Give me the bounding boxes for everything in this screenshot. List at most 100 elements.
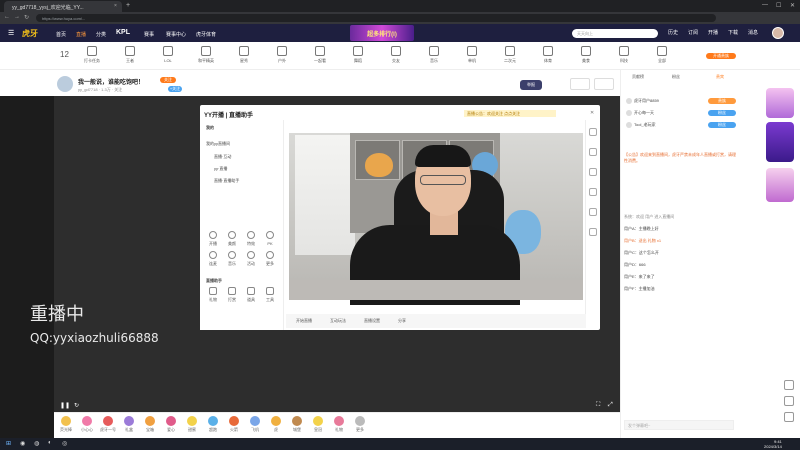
- taskbar-app-icon[interactable]: ◎: [62, 440, 67, 447]
- yy-grid-item[interactable]: 更多: [261, 251, 279, 267]
- search-input[interactable]: 天天向上: [572, 29, 658, 38]
- nav-kpl[interactable]: KPL: [116, 29, 130, 36]
- yy-side-icon[interactable]: [589, 188, 597, 196]
- yy-tool-item[interactable]: 工具: [261, 287, 279, 303]
- gift-item[interactable]: 虎: [268, 416, 284, 433]
- yy-settings-button[interactable]: 直播设置: [364, 318, 380, 324]
- gift-item[interactable]: 火箭: [226, 416, 242, 433]
- tab-contribution[interactable]: 贡献榜: [632, 74, 644, 80]
- new-tab-button[interactable]: +: [126, 2, 130, 9]
- chat-input[interactable]: 发个弹幕吧~: [624, 420, 734, 430]
- category-item[interactable]: 一起看: [308, 46, 332, 64]
- nav-home[interactable]: 首页: [56, 31, 66, 38]
- nav-match-center[interactable]: 赛事中心: [166, 31, 186, 38]
- promo-card[interactable]: [766, 122, 794, 162]
- fullscreen-icon[interactable]: ⛶: [596, 402, 600, 409]
- promo-banner[interactable]: 超多排行(I): [350, 25, 414, 41]
- category-item[interactable]: 美食: [574, 46, 598, 64]
- yy-share-button[interactable]: 分享: [398, 318, 406, 324]
- nav-match[interactable]: 赛事: [144, 31, 154, 38]
- yy-grid-item[interactable]: PK: [261, 231, 279, 246]
- promo-card[interactable]: [766, 168, 794, 202]
- gift-item[interactable]: 宝箱: [142, 416, 158, 433]
- pause-icon[interactable]: ❚❚: [60, 402, 70, 409]
- yy-list-item[interactable]: yy·直播: [214, 166, 227, 172]
- share-icon[interactable]: [570, 78, 590, 90]
- category-item[interactable]: 王者: [118, 46, 142, 64]
- taskbar-app-icon[interactable]: ◐: [48, 440, 52, 446]
- nav-live[interactable]: 直播: [76, 31, 86, 38]
- category-item[interactable]: 和平精英: [194, 46, 218, 64]
- gift-item[interactable]: 甜蜜: [184, 416, 200, 433]
- start-icon[interactable]: ⊞: [6, 440, 11, 447]
- gift-item[interactable]: 爱心: [163, 416, 179, 433]
- yy-list-item[interactable]: 我的yy直播间: [206, 141, 230, 147]
- category-item[interactable]: 音乐: [422, 46, 446, 64]
- checkin-count[interactable]: 12: [60, 50, 69, 59]
- taskbar-app-icon[interactable]: ◍: [34, 440, 39, 447]
- yy-grid-item[interactable]: 连麦: [204, 251, 222, 267]
- gift-item[interactable]: 虎牙一号: [100, 416, 116, 433]
- minimize-icon[interactable]: —: [762, 2, 768, 8]
- category-item[interactable]: LOL: [156, 46, 180, 63]
- site-logo[interactable]: 虎牙: [22, 28, 38, 39]
- user-avatar[interactable]: [772, 27, 784, 39]
- yy-grid-item[interactable]: 开播: [204, 231, 222, 247]
- category-item[interactable]: 户外: [270, 46, 294, 64]
- url-field[interactable]: https://www.huya.com/...: [36, 14, 716, 22]
- yy-interact-button[interactable]: 互动玩法: [330, 318, 346, 324]
- reload-icon[interactable]: ↻: [24, 14, 29, 21]
- gift-item[interactable]: 飞机: [247, 416, 263, 433]
- download-icon[interactable]: 下载: [726, 29, 740, 36]
- category-item[interactable]: 交友: [384, 46, 408, 64]
- browser-tab[interactable]: yy_gd7718_yysj_欢迎光临_YY...: [4, 1, 122, 12]
- category-item[interactable]: 打卡任务: [80, 46, 104, 64]
- yy-close-icon[interactable]: ✕: [590, 110, 594, 116]
- back-icon[interactable]: ←: [4, 14, 10, 20]
- follow-button[interactable]: +关注: [168, 86, 182, 92]
- client-icon[interactable]: [594, 78, 614, 90]
- yy-side-icon[interactable]: [589, 128, 597, 136]
- nav-sports[interactable]: 虎牙体育: [196, 31, 216, 38]
- gift-item[interactable]: 更多: [352, 416, 368, 433]
- rail-icon[interactable]: [784, 412, 794, 422]
- category-item[interactable]: 舞蹈: [346, 46, 370, 64]
- yy-tool-item[interactable]: 道具: [242, 287, 260, 303]
- yy-list-item[interactable]: 直播·直播助手: [214, 178, 239, 184]
- rail-icon[interactable]: [784, 380, 794, 390]
- taskbar-app-icon[interactable]: ◉: [20, 440, 25, 447]
- yy-grid-item[interactable]: 活动: [242, 251, 260, 267]
- yy-grid-item[interactable]: 美颜: [223, 231, 241, 247]
- yy-side-icon[interactable]: [589, 168, 597, 176]
- menu-icon[interactable]: ☰: [8, 29, 14, 37]
- tab-close-icon[interactable]: ×: [114, 3, 117, 9]
- close-window-icon[interactable]: ✕: [790, 2, 795, 9]
- forward-icon[interactable]: →: [14, 14, 20, 20]
- yy-tool-item[interactable]: 礼物: [204, 287, 222, 303]
- category-item[interactable]: 星秀: [232, 46, 256, 64]
- category-item[interactable]: 二次元: [498, 46, 522, 64]
- broadcast-icon[interactable]: 开播: [706, 29, 720, 36]
- gift-item[interactable]: 城堡: [289, 416, 305, 433]
- maximize-icon[interactable]: ☐: [776, 2, 781, 9]
- refresh-icon[interactable]: ↻: [74, 402, 79, 409]
- gift-item[interactable]: 小心心: [79, 416, 95, 433]
- promo-card[interactable]: [766, 88, 794, 118]
- rank-row[interactable]: Tool_老玩家: [626, 122, 656, 128]
- gift-item[interactable]: 皇冠: [310, 416, 326, 433]
- streamer-avatar[interactable]: [57, 76, 73, 92]
- category-item[interactable]: 体育: [536, 46, 560, 64]
- gift-item[interactable]: 荧光棒: [58, 416, 74, 433]
- yy-tool-item[interactable]: 打赏: [223, 287, 241, 303]
- category-item[interactable]: 单机: [460, 46, 484, 64]
- yy-side-icon[interactable]: [589, 148, 597, 156]
- yy-side-icon[interactable]: [589, 228, 597, 236]
- report-button[interactable]: 举报: [520, 80, 542, 90]
- tab-vip[interactable]: 贵宾: [716, 74, 724, 80]
- vip-button[interactable]: 开通贵族: [706, 53, 736, 59]
- message-icon[interactable]: 消息: [746, 29, 760, 36]
- yy-start-live-button[interactable]: 开始直播: [296, 318, 312, 324]
- subscribe-icon[interactable]: 订阅: [686, 29, 700, 36]
- yy-grid-item[interactable]: 音乐: [223, 251, 241, 267]
- nav-category[interactable]: 分类: [96, 31, 106, 38]
